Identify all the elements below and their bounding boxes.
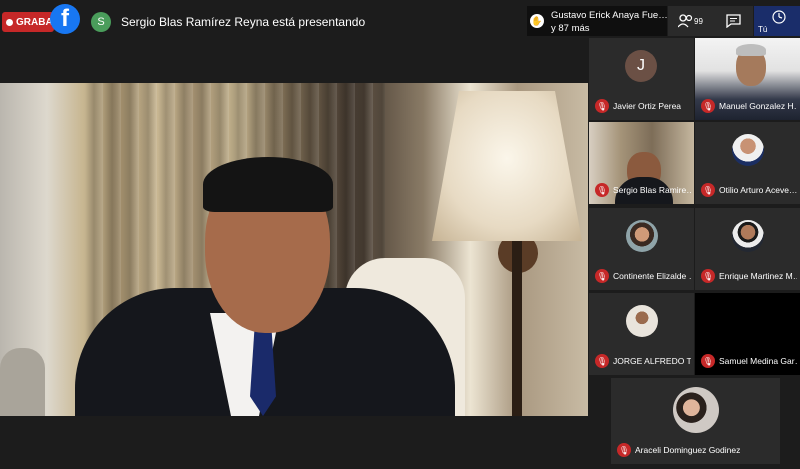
- participants-button[interactable]: 99: [668, 6, 713, 36]
- recording-label: GRABA: [16, 16, 53, 28]
- presenter-status-text: Sergio Blas Ramírez Reyna está presentan…: [121, 15, 366, 29]
- self-view-button[interactable]: Tú: [754, 6, 800, 36]
- record-dot-icon: [6, 18, 13, 26]
- presenter-hair: [203, 157, 333, 212]
- raised-hand-icon: ✋: [530, 14, 544, 28]
- chat-button[interactable]: [713, 6, 753, 36]
- participant-tile-continente-elizalde[interactable]: 🎙 Continente Elizalde …: [589, 208, 694, 290]
- sofa-background: [0, 348, 45, 416]
- lamp-pole: [512, 233, 522, 416]
- participant-name: Enrique Martinez M…: [719, 271, 797, 281]
- hand-raise-notification[interactable]: ✋ Gustavo Erick Anaya Fue… y 87 más: [527, 6, 668, 36]
- avatar: [672, 387, 719, 433]
- mic-off-icon: 🎙: [701, 269, 715, 283]
- participant-tile-sergio-blas[interactable]: 🎙 Sergio Blas Ramire…: [589, 122, 694, 204]
- participants-count: 99: [694, 16, 703, 26]
- participant-tile-jorge-alfredo[interactable]: 🎙 JORGE ALFREDO T…: [589, 293, 694, 375]
- people-icon: [678, 14, 693, 28]
- participant-tile-enrique-martinez[interactable]: 🎙 Enrique Martinez M…: [695, 208, 800, 290]
- participant-tile-araceli-dominguez[interactable]: 🎙 Araceli Dominguez Godinez: [611, 378, 780, 464]
- participant-name: Araceli Dominguez Godinez: [635, 445, 741, 455]
- avatar: J: [625, 50, 657, 82]
- avatar: [731, 134, 764, 166]
- participant-name: JORGE ALFREDO T…: [613, 356, 691, 366]
- recording-badge: GRABA: [2, 12, 54, 32]
- presenter-video[interactable]: [0, 83, 588, 416]
- avatar: [731, 220, 764, 252]
- notification-more: y 87 más: [551, 23, 590, 34]
- facebook-icon: f: [50, 4, 80, 34]
- avatar: [625, 220, 658, 252]
- top-bar: GRABA f S Sergio Blas Ramírez Reyna está…: [0, 0, 800, 38]
- participant-name: Manuel Gonzalez H…: [719, 101, 797, 111]
- avatar: [625, 305, 658, 337]
- mic-off-icon: 🎙: [595, 354, 609, 368]
- mic-off-icon: 🎙: [617, 443, 631, 457]
- mic-off-icon: 🎙: [701, 354, 715, 368]
- mic-off-icon: 🎙: [701, 183, 715, 197]
- participant-tile-samuel-medina[interactable]: 🎙 Samuel Medina Gar…: [695, 293, 800, 375]
- participant-tile-manuel-gonzalez[interactable]: 🎙 Manuel Gonzalez H…: [695, 38, 800, 120]
- mic-off-icon: 🎙: [595, 269, 609, 283]
- clock-icon: [772, 10, 786, 24]
- participant-name: Continente Elizalde …: [613, 271, 691, 281]
- mic-off-icon: 🎙: [595, 183, 609, 197]
- presenter-avatar: S: [91, 12, 111, 32]
- participant-tile-otilio-arturo[interactable]: 🎙 Otilio Arturo Aceve…: [695, 122, 800, 204]
- participant-name: Otilio Arturo Aceve…: [719, 185, 797, 195]
- participant-name: Javier Ortiz Perea: [613, 101, 682, 111]
- mic-off-icon: 🎙: [595, 99, 609, 113]
- participant-hair: [736, 44, 766, 56]
- participant-tile-javier-ortiz[interactable]: J 🎙 Javier Ortiz Perea: [589, 38, 694, 120]
- lamp-shade: [432, 91, 582, 241]
- participant-name: Samuel Medina Gar…: [719, 356, 797, 366]
- chat-icon: [725, 14, 741, 28]
- notification-name: Gustavo Erick Anaya Fue…: [551, 10, 668, 21]
- you-label: Tú: [758, 25, 768, 34]
- participant-name: Sergio Blas Ramire…: [613, 185, 691, 195]
- mic-off-icon: 🎙: [701, 99, 715, 113]
